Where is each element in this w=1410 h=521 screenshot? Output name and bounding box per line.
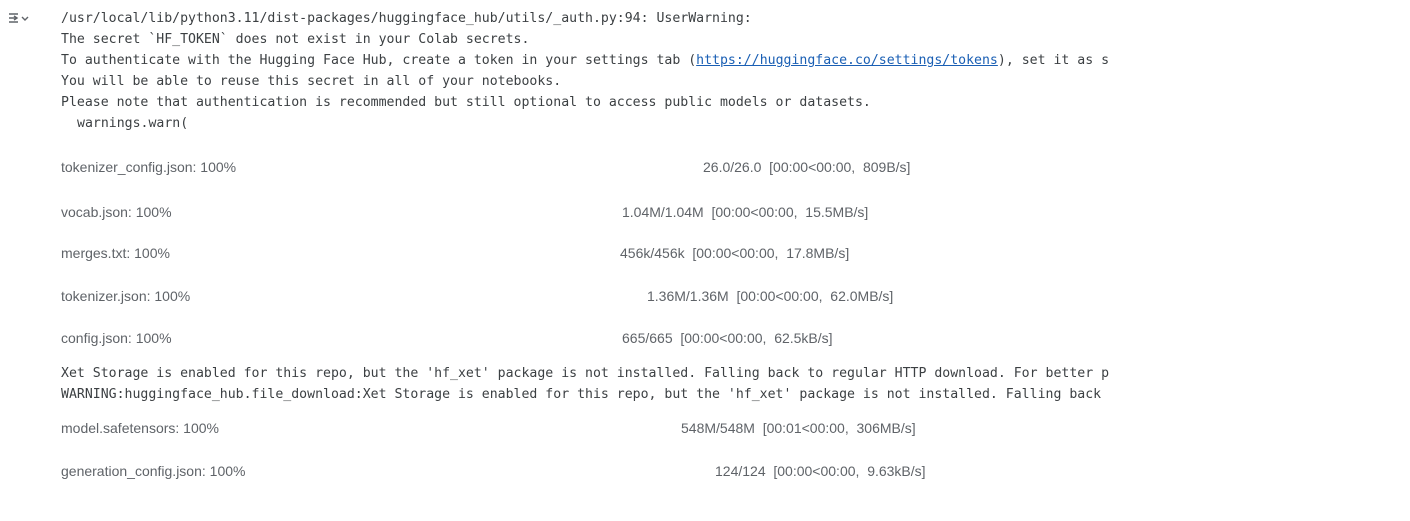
settings-tokens-link[interactable]: https://huggingface.co/settings/tokens — [696, 53, 998, 68]
progress-stats: 1.36M/1.36M [00:00<00:00, 62.0MB/s] — [647, 288, 894, 304]
warning-auth-line: To authenticate with the Hugging Face Hu… — [61, 51, 1410, 71]
progress-row-model-safetensors: model.safetensors: 100% 548M/548M [00:01… — [61, 418, 1401, 438]
warning-secret-line: The secret `HF_TOKEN` does not exist in … — [61, 32, 530, 47]
output-collapse-icon[interactable] — [8, 10, 30, 26]
warning-auth-suffix: ), set it as s — [997, 53, 1110, 68]
progress-stats: 124/124 [00:00<00:00, 9.63kB/s] — [715, 463, 926, 479]
progress-row-generation-config: generation_config.json: 100% 124/124 [00… — [61, 461, 1401, 481]
warning-path-line: /usr/local/lib/python3.11/dist-packages/… — [61, 11, 752, 26]
progress-row-vocab: vocab.json: 100% 1.04M/1.04M [00:00<00:0… — [61, 202, 1401, 222]
xet-warning-line: Xet Storage is enabled for this repo, bu… — [61, 366, 1110, 381]
progress-label: model.safetensors: 100% — [61, 420, 219, 436]
progress-stats: 665/665 [00:00<00:00, 62.5kB/s] — [622, 330, 833, 346]
xet-logger-warning-line: WARNING:huggingface_hub.file_download:Xe… — [61, 387, 1102, 402]
progress-stats: 26.0/26.0 [00:00<00:00, 809B/s] — [703, 159, 911, 175]
progress-label: config.json: 100% — [61, 330, 172, 346]
progress-row-tokenizer: tokenizer.json: 100% 1.36M/1.36M [00:00<… — [61, 286, 1401, 306]
progress-row-config: config.json: 100% 665/665 [00:00<00:00, … — [61, 328, 1401, 348]
progress-stats: 548M/548M [00:01<00:00, 306MB/s] — [681, 420, 916, 436]
progress-stats: 456k/456k [00:00<00:00, 17.8MB/s] — [620, 245, 850, 261]
progress-row-tokenizer-config: tokenizer_config.json: 100% 26.0/26.0 [0… — [61, 157, 1401, 177]
warning-reuse-line: You will be able to reuse this secret in… — [61, 74, 562, 89]
progress-label: merges.txt: 100% — [61, 245, 170, 261]
progress-row-merges: merges.txt: 100% 456k/456k [00:00<00:00,… — [61, 243, 1401, 263]
progress-label: tokenizer.json: 100% — [61, 288, 191, 304]
progress-stats: 1.04M/1.04M [00:00<00:00, 15.5MB/s] — [622, 204, 869, 220]
warnings-warn-line: warnings.warn( — [77, 116, 189, 131]
warning-auth-prefix: To authenticate with the Hugging Face Hu… — [61, 53, 697, 68]
warning-note-line: Please note that authentication is recom… — [61, 95, 871, 110]
progress-label: vocab.json: 100% — [61, 204, 172, 220]
progress-label: generation_config.json: 100% — [61, 463, 246, 479]
progress-label: tokenizer_config.json: 100% — [61, 159, 237, 175]
